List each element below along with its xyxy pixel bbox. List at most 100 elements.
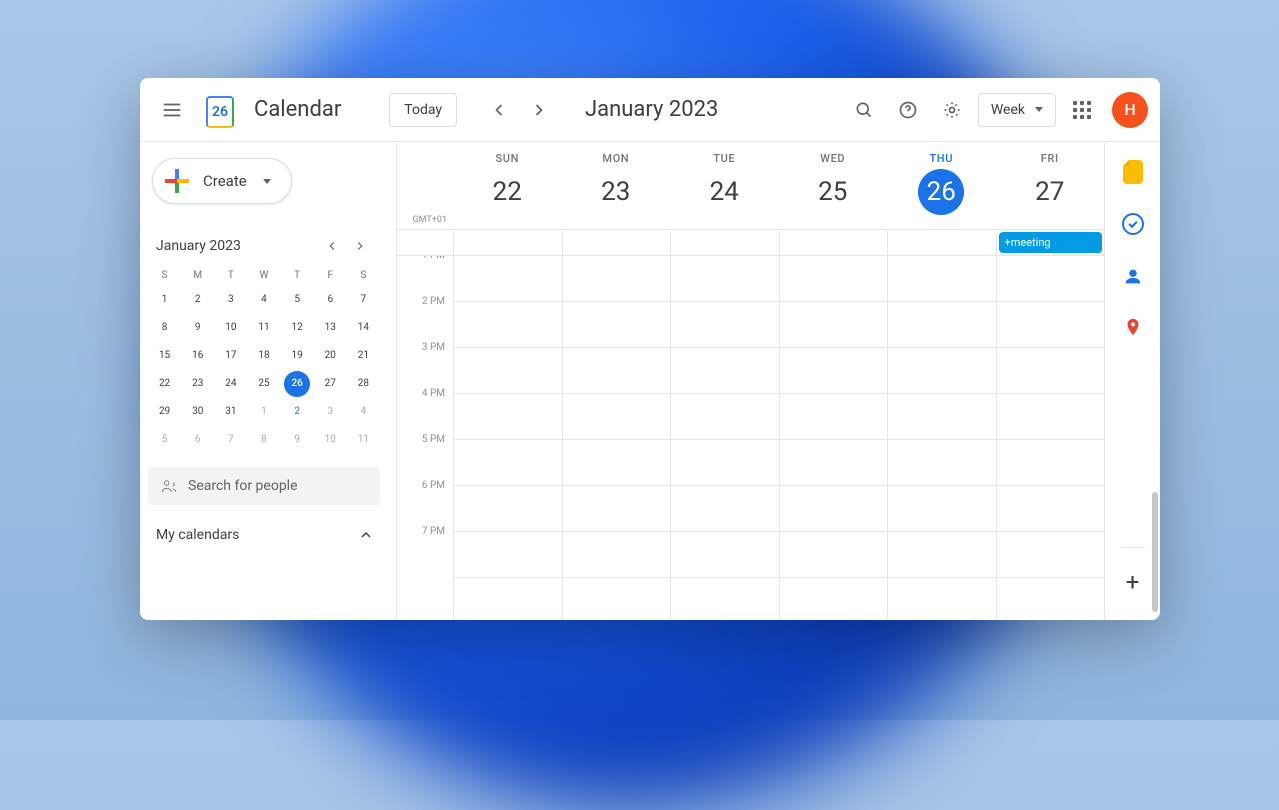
mini-calendar-day[interactable]: 26 xyxy=(284,371,310,397)
day-number: 24 xyxy=(701,169,747,215)
account-avatar[interactable]: H xyxy=(1112,92,1148,128)
create-button[interactable]: Create xyxy=(152,158,292,204)
contacts-app-button[interactable] xyxy=(1121,264,1145,288)
hour-label: 7 PM xyxy=(397,526,453,572)
search-people-input[interactable]: Search for people xyxy=(148,467,380,505)
mini-calendar-day[interactable]: 31 xyxy=(218,399,244,425)
day-column-header[interactable]: WED25 xyxy=(779,142,888,229)
day-column-header[interactable]: TUE24 xyxy=(670,142,779,229)
prev-period-button[interactable] xyxy=(481,92,517,128)
day-column-header[interactable]: MON23 xyxy=(562,142,671,229)
maps-app-button[interactable] xyxy=(1121,316,1145,340)
mini-calendar-day[interactable]: 11 xyxy=(350,427,376,453)
mini-calendar-day[interactable]: 2 xyxy=(284,399,310,425)
mini-calendar-day[interactable]: 18 xyxy=(251,343,277,369)
hour-label: 1 PM xyxy=(397,256,453,296)
mini-calendar-day[interactable]: 9 xyxy=(284,427,310,453)
mini-calendar-day[interactable]: 19 xyxy=(284,343,310,369)
mini-calendar-day[interactable]: 6 xyxy=(317,287,343,313)
time-grid-column[interactable] xyxy=(453,256,562,620)
mini-calendar-day[interactable]: 9 xyxy=(185,315,211,341)
hamburger-icon xyxy=(161,99,183,121)
mini-calendar-day[interactable]: 1 xyxy=(152,287,178,313)
allday-cell[interactable]: +meeting xyxy=(996,230,1105,255)
maps-icon xyxy=(1122,317,1144,339)
add-addon-button[interactable]: + xyxy=(1115,564,1151,600)
main-menu-button[interactable] xyxy=(152,90,192,130)
allday-cell[interactable] xyxy=(779,230,888,255)
mini-calendar-day[interactable]: 6 xyxy=(185,427,211,453)
day-column-header[interactable]: FRI27 xyxy=(996,142,1105,229)
keep-app-button[interactable] xyxy=(1121,160,1145,184)
chevron-right-icon xyxy=(353,239,367,253)
mini-dow-label: F xyxy=(314,266,347,285)
search-button[interactable] xyxy=(846,92,882,128)
allday-cell[interactable] xyxy=(453,230,562,255)
side-panel: + xyxy=(1104,142,1160,620)
my-calendars-toggle[interactable]: My calendars xyxy=(148,527,380,543)
mini-calendar-day[interactable]: 24 xyxy=(218,371,244,397)
mini-calendar-day[interactable]: 23 xyxy=(185,371,211,397)
mini-next-month-button[interactable] xyxy=(346,232,374,260)
time-grid-column[interactable] xyxy=(996,256,1105,620)
app-header: 26 Calendar Today January 2023 Week xyxy=(140,78,1160,142)
allday-cell[interactable] xyxy=(670,230,779,255)
mini-calendar-day[interactable]: 4 xyxy=(350,399,376,425)
mini-calendar-day[interactable]: 5 xyxy=(152,427,178,453)
mini-calendar-day[interactable]: 8 xyxy=(152,315,178,341)
calendar-window: 26 Calendar Today January 2023 Week xyxy=(140,78,1160,620)
mini-calendar-day[interactable]: 7 xyxy=(218,427,244,453)
mini-calendar-day[interactable]: 7 xyxy=(350,287,376,313)
mini-calendar-day[interactable]: 3 xyxy=(317,399,343,425)
mini-calendar-day[interactable]: 11 xyxy=(251,315,277,341)
hour-label: 3 PM xyxy=(397,342,453,388)
time-grid-column[interactable] xyxy=(562,256,671,620)
mini-calendar-day[interactable]: 15 xyxy=(152,343,178,369)
mini-calendar-day[interactable]: 25 xyxy=(251,371,277,397)
mini-calendar-day[interactable]: 27 xyxy=(317,371,343,397)
today-button[interactable]: Today xyxy=(389,93,457,127)
time-grid-column[interactable] xyxy=(887,256,996,620)
chevron-left-icon xyxy=(325,239,339,253)
allday-cell[interactable] xyxy=(562,230,671,255)
day-column-header[interactable]: THU26 xyxy=(887,142,996,229)
mini-calendar-day[interactable]: 10 xyxy=(218,315,244,341)
mini-calendar-day[interactable]: 1 xyxy=(251,399,277,425)
mini-calendar-day[interactable]: 22 xyxy=(152,371,178,397)
mini-calendar-day[interactable]: 8 xyxy=(251,427,277,453)
day-column-header[interactable]: SUN22 xyxy=(453,142,562,229)
contacts-icon xyxy=(1122,265,1144,287)
mini-calendar-day[interactable]: 5 xyxy=(284,287,310,313)
mini-calendar-day[interactable]: 14 xyxy=(350,315,376,341)
keep-icon xyxy=(1123,160,1143,184)
google-apps-button[interactable] xyxy=(1064,92,1100,128)
tasks-icon xyxy=(1122,213,1144,235)
mini-calendar-day[interactable]: 2 xyxy=(185,287,211,313)
day-number: 27 xyxy=(1027,169,1073,215)
mini-calendar-day[interactable]: 28 xyxy=(350,371,376,397)
mini-calendar-day[interactable]: 3 xyxy=(218,287,244,313)
mini-calendar-day[interactable]: 20 xyxy=(317,343,343,369)
mini-calendar-day[interactable]: 10 xyxy=(317,427,343,453)
view-label: Week xyxy=(991,102,1025,118)
mini-calendar-day[interactable]: 12 xyxy=(284,315,310,341)
view-switcher[interactable]: Week xyxy=(978,93,1056,127)
next-period-button[interactable] xyxy=(521,92,557,128)
mini-calendar-day[interactable]: 13 xyxy=(317,315,343,341)
mini-calendar-day[interactable]: 4 xyxy=(251,287,277,313)
mini-calendar-day[interactable]: 16 xyxy=(185,343,211,369)
hour-label: 2 PM xyxy=(397,296,453,342)
mini-prev-month-button[interactable] xyxy=(318,232,346,260)
allday-cell[interactable] xyxy=(887,230,996,255)
help-button[interactable] xyxy=(890,92,926,128)
mini-calendar-day[interactable]: 21 xyxy=(350,343,376,369)
tasks-app-button[interactable] xyxy=(1121,212,1145,236)
settings-button[interactable] xyxy=(934,92,970,128)
time-grid-column[interactable] xyxy=(670,256,779,620)
mini-calendar-day[interactable]: 30 xyxy=(185,399,211,425)
mini-calendar-day[interactable]: 17 xyxy=(218,343,244,369)
event-chip[interactable]: +meeting xyxy=(999,232,1103,253)
time-grid-column[interactable] xyxy=(779,256,888,620)
scrollbar-thumb[interactable] xyxy=(1152,492,1158,612)
mini-calendar-day[interactable]: 29 xyxy=(152,399,178,425)
